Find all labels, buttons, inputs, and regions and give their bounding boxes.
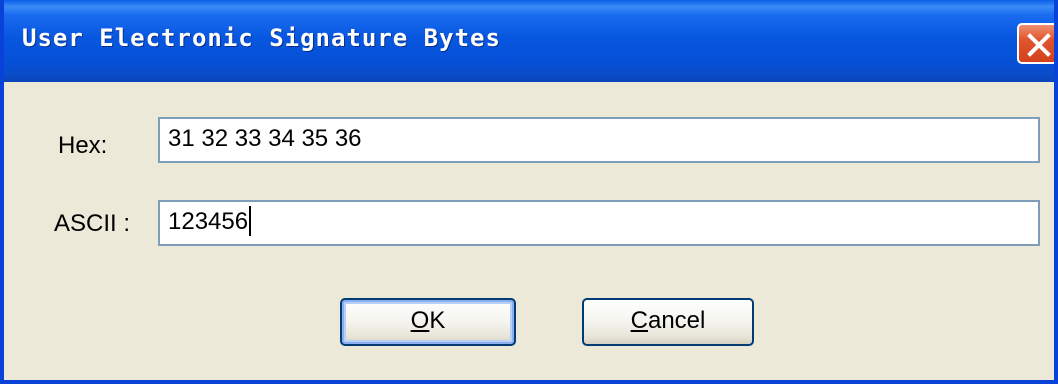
title-bar[interactable]: User Electronic Signature Bytes <box>4 0 1054 82</box>
hex-input[interactable]: 31 32 33 34 35 36 <box>158 117 1040 163</box>
hex-label: Hex: <box>58 132 108 159</box>
ascii-label: ASCII : <box>54 210 131 237</box>
hex-value: 31 32 33 34 35 36 <box>168 125 362 152</box>
ascii-input[interactable]: 123456 <box>158 200 1040 246</box>
cancel-button[interactable]: Cancel <box>582 298 754 346</box>
ok-mnemonic: O <box>410 307 430 334</box>
dialog-window: User Electronic Signature Bytes Hex: 31 … <box>0 0 1058 384</box>
ok-button[interactable]: OK <box>340 298 516 346</box>
ok-label: K <box>429 307 446 334</box>
dialog-title: User Electronic Signature Bytes <box>22 24 501 52</box>
close-button[interactable] <box>1017 23 1054 64</box>
ascii-value: 123456 <box>168 208 249 235</box>
text-caret <box>249 205 252 236</box>
cancel-label: ancel <box>647 307 706 334</box>
close-icon <box>1027 33 1051 57</box>
cancel-mnemonic: C <box>630 307 648 334</box>
